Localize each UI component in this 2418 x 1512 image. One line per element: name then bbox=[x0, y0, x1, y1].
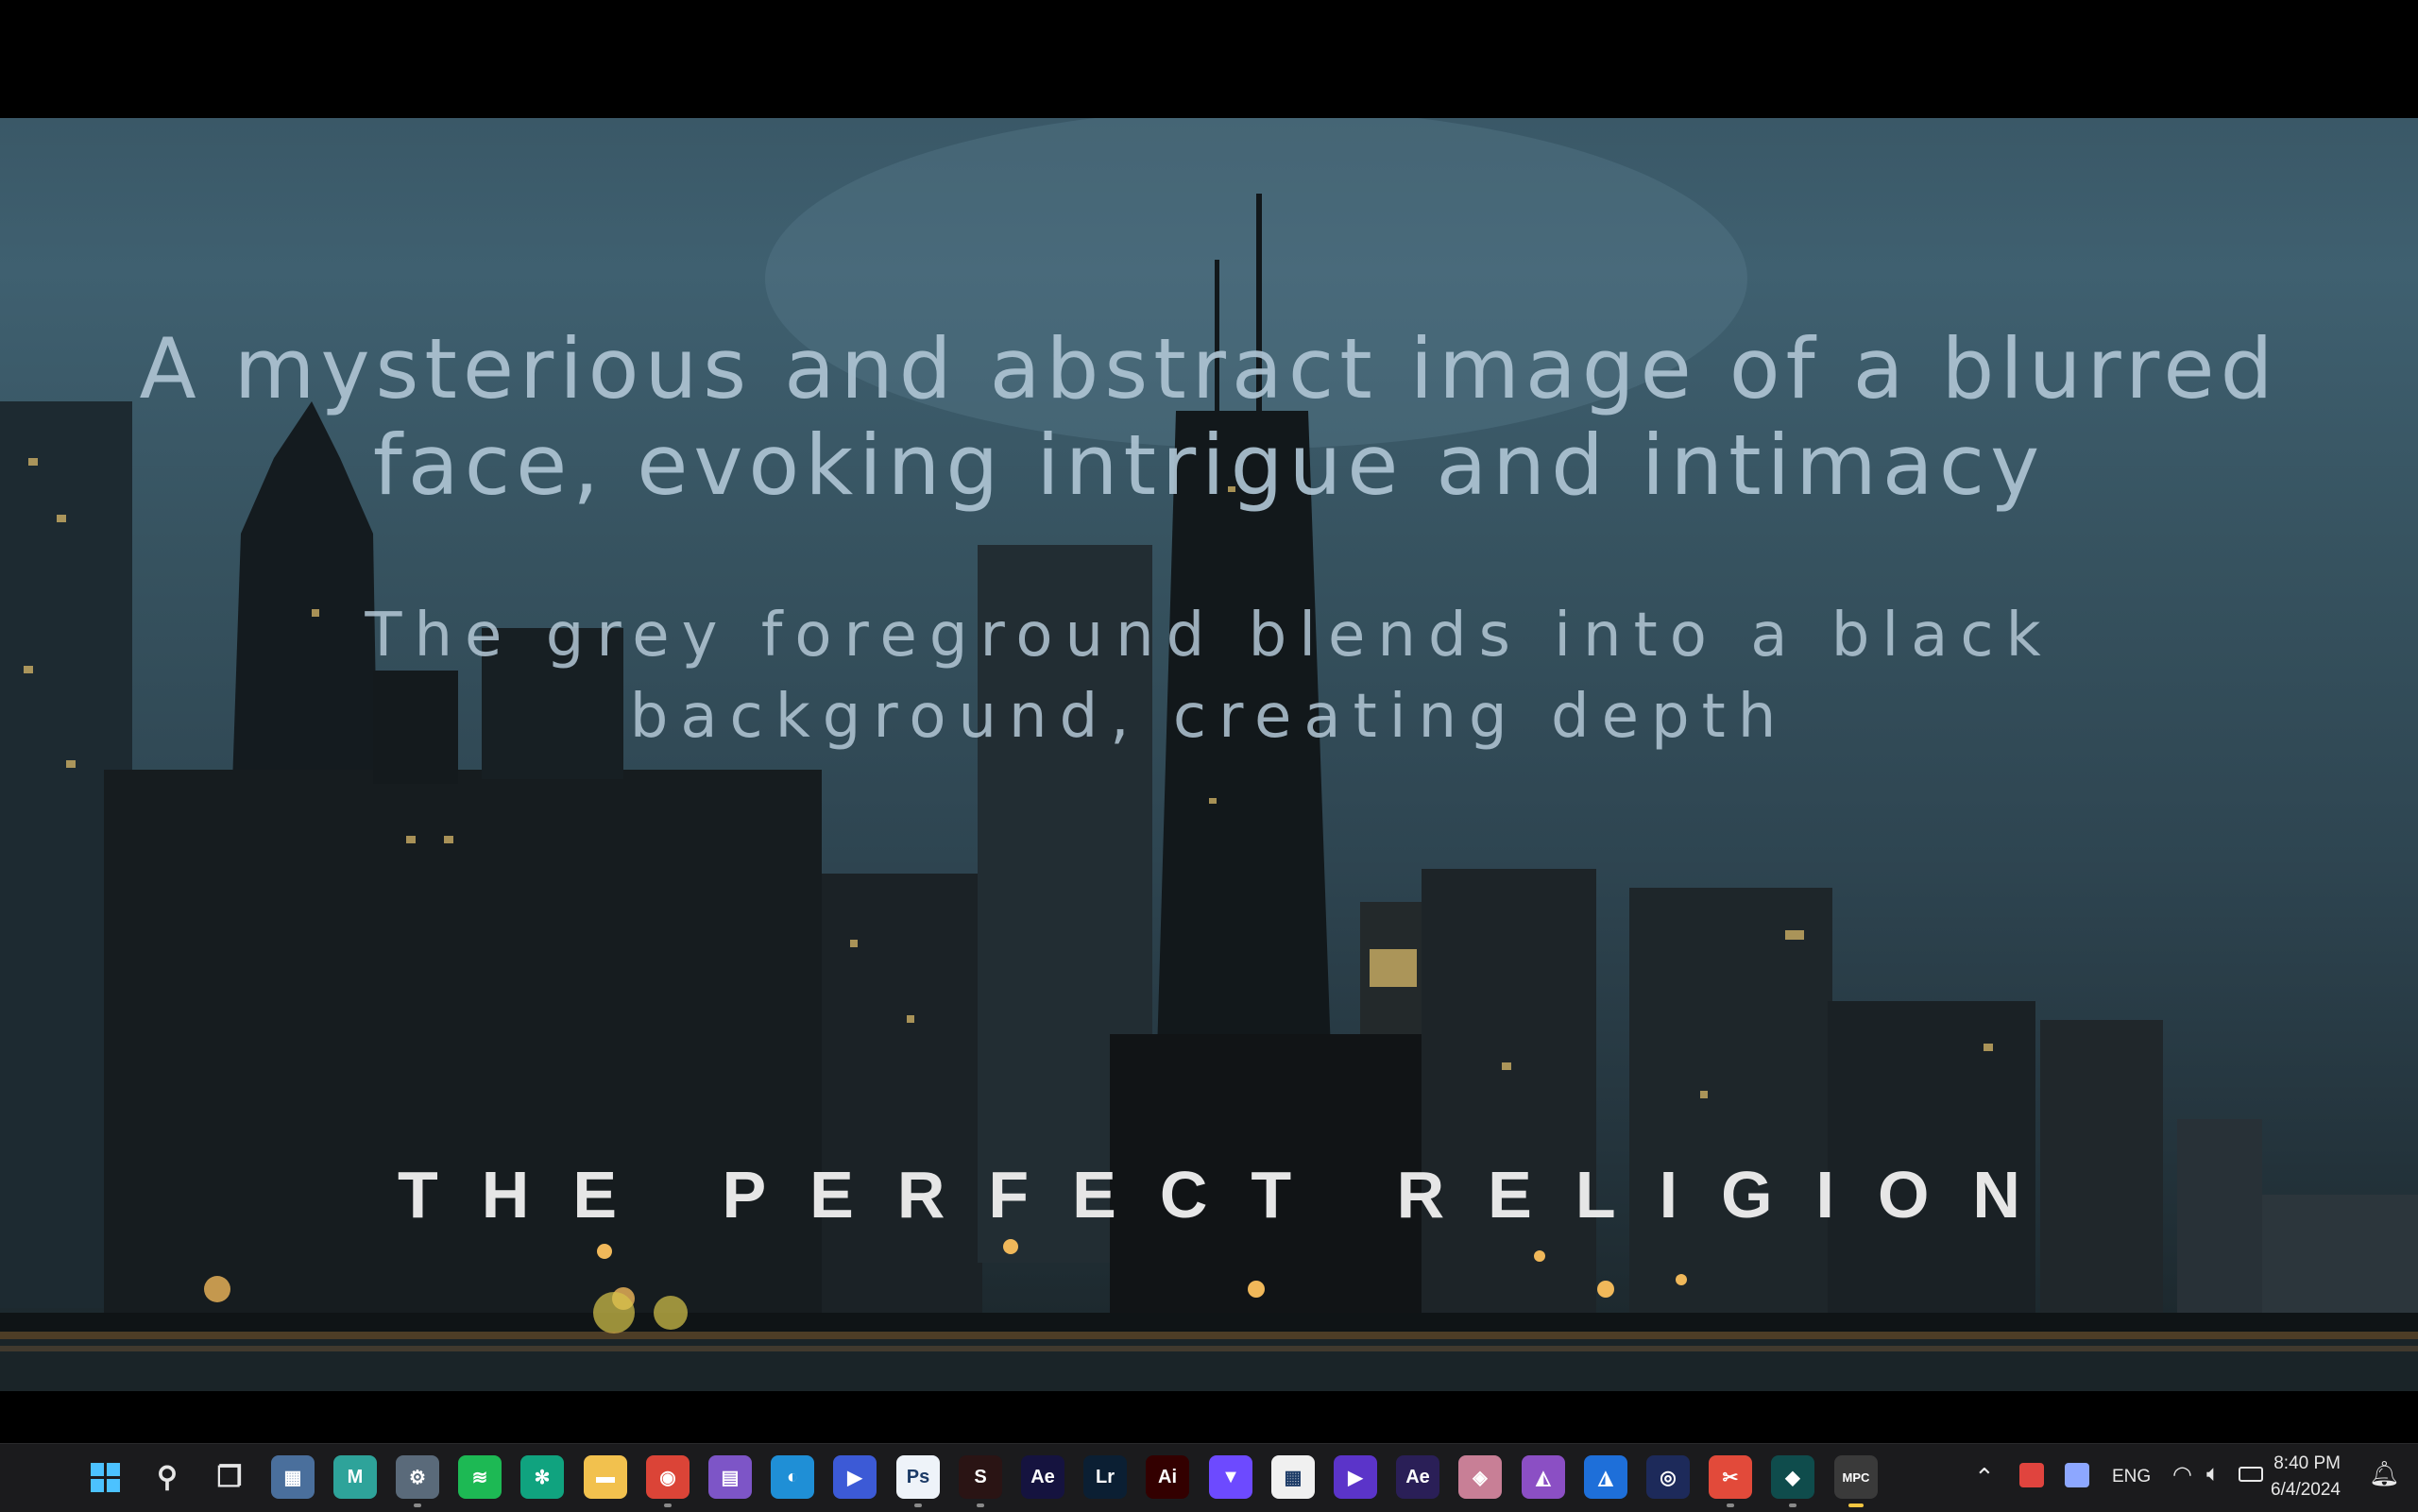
clapperboard-icon: ▤ bbox=[721, 1467, 740, 1488]
affinity-designer-app[interactable]: ◮ bbox=[1584, 1455, 1627, 1499]
box-app[interactable]: ◈ bbox=[1458, 1455, 1502, 1499]
photoshop-app[interactable]: Ps bbox=[896, 1455, 940, 1507]
start-button[interactable] bbox=[83, 1455, 127, 1499]
video-editor-app[interactable]: ▶ bbox=[1334, 1455, 1377, 1499]
video-title: A mysterious and abstract image of a blu… bbox=[139, 320, 2279, 514]
affinity-photo-icon: ◭ bbox=[1536, 1467, 1551, 1488]
mpc-icon: MPC bbox=[1842, 1470, 1870, 1485]
openai-icon: ✻ bbox=[534, 1467, 551, 1488]
filmora-icon: ◆ bbox=[1785, 1467, 1800, 1488]
calculator-app[interactable]: ▦ bbox=[271, 1455, 315, 1499]
capcut-icon: ✂ bbox=[1722, 1467, 1739, 1488]
m-app-icon: M bbox=[347, 1466, 364, 1487]
show-hidden-icons-chevron-icon[interactable]: ⌃ bbox=[1974, 1463, 1995, 1492]
file-explorer-app[interactable]: ▬ bbox=[584, 1455, 627, 1499]
ae-alt-app[interactable]: Ae bbox=[1396, 1455, 1439, 1499]
lightroom-app[interactable]: Lr bbox=[1083, 1455, 1127, 1499]
task-view-button[interactable]: ❐ bbox=[208, 1455, 251, 1499]
cinema4d-app[interactable]: ◎ bbox=[1646, 1455, 1690, 1499]
play-icon: ▶ bbox=[847, 1467, 862, 1488]
cube-icon: ◈ bbox=[1473, 1467, 1488, 1488]
screen-recorder-app[interactable]: S bbox=[959, 1455, 1002, 1507]
microsoft-store-app[interactable]: ▦ bbox=[1271, 1455, 1315, 1499]
notification-bell-icon[interactable]: 🔔︎ bbox=[2369, 1459, 2400, 1488]
windows-logo bbox=[90, 1462, 120, 1492]
illustrator-app[interactable]: Ai bbox=[1146, 1455, 1189, 1499]
ai-icon: Ai bbox=[1158, 1466, 1177, 1487]
clock-time[interactable]: 8:40 PM bbox=[2273, 1453, 2341, 1474]
clapper-app[interactable]: ▤ bbox=[708, 1455, 752, 1499]
edge-app[interactable]: ◐ bbox=[771, 1455, 814, 1499]
pdf-tray-icon[interactable] bbox=[2019, 1463, 2044, 1487]
chrome-app[interactable]: ◉ bbox=[646, 1455, 690, 1507]
notes-tray-icon[interactable] bbox=[2065, 1463, 2089, 1487]
folder-icon: ▬ bbox=[596, 1466, 615, 1487]
chatgpt-app[interactable]: ✻ bbox=[520, 1455, 564, 1499]
chrome-icon: ◉ bbox=[659, 1467, 676, 1488]
c4d-icon: ◎ bbox=[1660, 1467, 1677, 1488]
lr-icon: Lr bbox=[1096, 1466, 1115, 1487]
volume-icon[interactable]: 🔈︎ bbox=[2206, 1461, 2220, 1487]
battery-icon[interactable] bbox=[2239, 1467, 2263, 1482]
ae-icon: Ae bbox=[1030, 1466, 1055, 1487]
affinity-photo-app[interactable]: ◭ bbox=[1522, 1455, 1565, 1499]
task-view-icon: ❐ bbox=[216, 1461, 243, 1493]
gear-icon: ⚙ bbox=[409, 1467, 426, 1488]
record-icon: S bbox=[974, 1466, 987, 1487]
clock-date[interactable]: 6/4/2024 bbox=[2271, 1480, 2341, 1501]
spotify-app[interactable]: ≋ bbox=[458, 1455, 502, 1499]
taskbar: ⚲ ❐ ▦ M ⚙ ≋ ✻ ▬ ◉ ▤ ◐ ▶ Ps S Ae Lr Ai ▼ ▦ ▶ Ae ◈ ◭ ◮ ◎ ✂ ◆ MPC ⌃ EN… bbox=[0, 1443, 2418, 1512]
mpc-be-app[interactable]: MPC bbox=[1834, 1455, 1878, 1507]
shield-icon: ▼ bbox=[1221, 1466, 1240, 1487]
ps-icon: Ps bbox=[906, 1466, 930, 1487]
proton-vpn-app[interactable]: ▼ bbox=[1209, 1455, 1252, 1499]
language-indicator[interactable]: ENG bbox=[2112, 1467, 2151, 1487]
ae-icon: Ae bbox=[1405, 1466, 1430, 1487]
mindmap-app[interactable]: M bbox=[333, 1455, 377, 1499]
search-icon: ⚲ bbox=[157, 1461, 178, 1493]
store-icon: ▦ bbox=[1284, 1467, 1303, 1488]
calculator-icon: ▦ bbox=[283, 1467, 302, 1488]
media-player-app[interactable]: ▶ bbox=[833, 1455, 877, 1499]
video-credit-text: THE PERFECT RELIGION bbox=[398, 1158, 2064, 1232]
editor-icon: ▶ bbox=[1348, 1467, 1363, 1488]
capcut-app[interactable]: ✂ bbox=[1709, 1455, 1752, 1507]
filmora-app[interactable]: ◆ bbox=[1771, 1455, 1814, 1507]
after-effects-app[interactable]: Ae bbox=[1021, 1455, 1064, 1499]
video-subtitle: The grey foreground blends into a black … bbox=[365, 601, 2053, 752]
spotify-icon: ≋ bbox=[471, 1467, 488, 1488]
wifi-icon[interactable]: ◠ bbox=[2172, 1461, 2192, 1488]
affinity-designer-icon: ◮ bbox=[1598, 1467, 1613, 1488]
settings-app[interactable]: ⚙ bbox=[396, 1455, 439, 1507]
edge-icon: ◐ bbox=[786, 1466, 799, 1487]
search-button[interactable]: ⚲ bbox=[145, 1455, 189, 1499]
video-frame[interactable]: A mysterious and abstract image of a blu… bbox=[0, 118, 2418, 1391]
